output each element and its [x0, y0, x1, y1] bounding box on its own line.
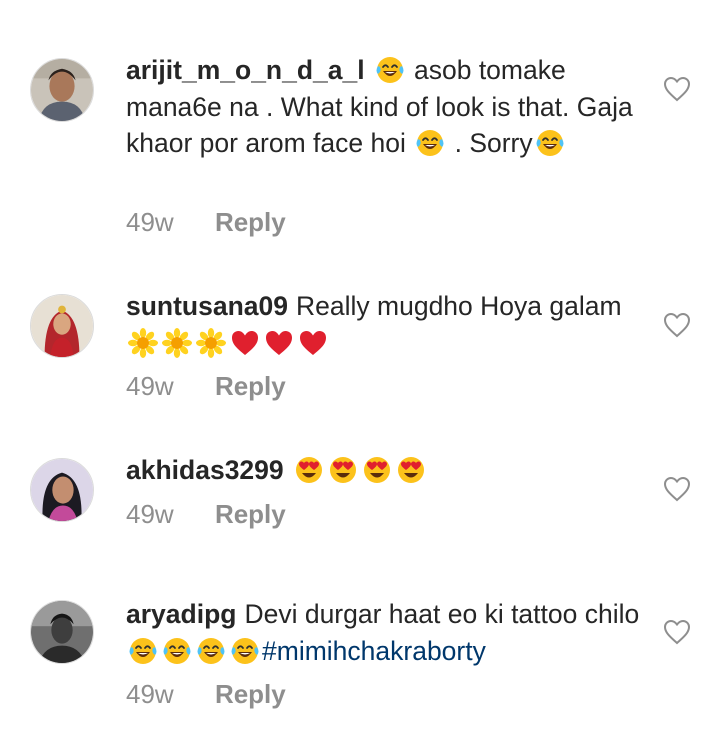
reply-button[interactable]: Reply [215, 207, 286, 237]
comment-body: aryadipg Devi durgar haat eo ki tattoo ch… [126, 596, 646, 669]
like-heart-icon[interactable] [663, 476, 691, 502]
comment-body: suntusana09 Really mugdho Hoya galam [126, 288, 646, 361]
username[interactable]: arijit_m_o_n_d_a_l [126, 55, 365, 85]
face-with-tears-of-joy-icon [128, 636, 158, 666]
username[interactable]: aryadipg [126, 599, 236, 629]
username[interactable]: akhidas3299 [126, 455, 284, 485]
comment-age: 49w [126, 371, 174, 401]
comment-meta: 49w Reply [126, 679, 286, 710]
like-heart-icon[interactable] [663, 619, 691, 645]
reply-button[interactable]: Reply [215, 371, 286, 401]
face-with-tears-of-joy-icon [415, 128, 445, 158]
comment-meta: 49w Reply [126, 499, 286, 530]
comment-age: 49w [126, 207, 174, 237]
heart-eyes-face-icon [362, 455, 392, 485]
like-heart-icon[interactable] [663, 312, 691, 338]
comment-meta: 49w Reply [126, 207, 286, 238]
avatar-photo [31, 601, 93, 663]
like-heart-icon[interactable] [663, 76, 691, 102]
heart-eyes-face-icon [396, 455, 426, 485]
heart-eyes-face-icon [294, 455, 324, 485]
avatar-photo [31, 59, 93, 121]
face-with-tears-of-joy-icon [196, 636, 226, 666]
comment-body: arijit_m_o_n_d_a_l asob tomake mana6e na… [126, 52, 646, 162]
avatar[interactable] [30, 58, 94, 122]
reply-button[interactable]: Reply [215, 679, 286, 709]
avatar[interactable] [30, 600, 94, 664]
face-with-tears-of-joy-icon [535, 128, 565, 158]
avatar-photo [31, 459, 93, 521]
heart-eyes-face-icon [328, 455, 358, 485]
comment-text: Devi durgar haat eo ki tattoo chilo [244, 599, 640, 629]
face-with-tears-of-joy-icon [162, 636, 192, 666]
hashtag-link[interactable]: #mimihchakraborty [262, 636, 486, 666]
red-heart-icon [264, 328, 294, 358]
reply-button[interactable]: Reply [215, 499, 286, 529]
sunflower-icon [128, 327, 158, 358]
sunflower-icon [162, 327, 192, 358]
comment-age: 49w [126, 679, 174, 709]
avatar[interactable] [30, 458, 94, 522]
red-heart-icon [230, 328, 260, 358]
comment-meta: 49w Reply [126, 371, 286, 402]
red-heart-icon [298, 328, 328, 358]
comment-text: . Sorry [447, 128, 533, 158]
comment-age: 49w [126, 499, 174, 529]
avatar[interactable] [30, 294, 94, 358]
avatar-photo [31, 295, 93, 357]
face-with-tears-of-joy-icon [230, 636, 260, 666]
username[interactable]: suntusana09 [126, 291, 288, 321]
sunflower-icon [196, 327, 226, 358]
comment-text: Really mugdho Hoya galam [296, 291, 622, 321]
face-with-tears-of-joy-icon [375, 55, 405, 85]
comment-body: akhidas3299 [126, 452, 646, 489]
